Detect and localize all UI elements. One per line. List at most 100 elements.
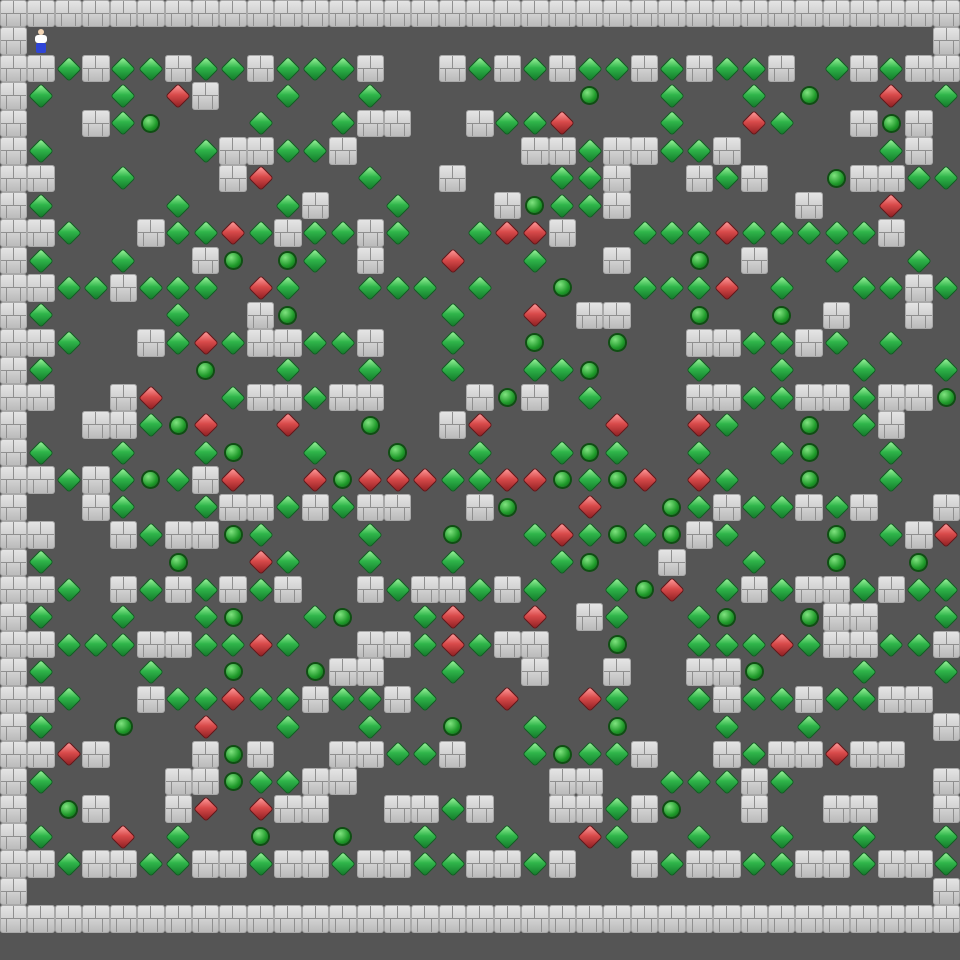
box-on-goal [55,576,82,603]
box-on-goal [549,439,576,466]
box-on-goal [110,603,137,630]
wall-tile [109,576,138,604]
wall-tile [219,164,247,192]
box-on-goal [110,55,137,82]
box-on-goal [329,494,356,521]
wall-tile [493,850,522,878]
box-on-goal [439,357,466,384]
wall-tile [438,740,467,768]
box [878,82,905,109]
box-on-goal [27,137,54,164]
wall-tile [630,740,659,768]
goal-tile [219,741,246,768]
wall-tile [82,850,110,878]
box-on-goal [110,466,137,493]
box [521,302,548,329]
wall-tile [521,384,549,412]
player[interactable] [27,27,54,54]
box [631,466,658,493]
box-on-goal [302,384,329,411]
wall-tile [246,0,275,28]
wall-tile [0,411,28,439]
wall-tile [0,685,28,714]
wall-tile [548,795,576,823]
wall-tile [192,850,220,878]
wall-tile [932,877,960,906]
box-on-goal [549,357,576,384]
wall-tile [274,219,302,247]
box-on-goal [55,466,82,493]
wall-tile [822,0,851,28]
box-on-goal [603,576,630,603]
box-on-goal [439,795,466,822]
goal-tile [384,439,411,466]
goal-tile [521,329,548,356]
box-on-goal [27,247,54,274]
box-on-goal [850,384,877,411]
box-on-goal [219,631,246,658]
wall-tile [219,576,247,604]
wall-tile [246,301,275,330]
goal-tile [549,274,576,301]
goal-tile [795,411,822,438]
box-on-goal [274,768,301,795]
box-on-goal [247,686,274,713]
box-on-goal [933,165,960,192]
goal-tile [192,357,219,384]
box-on-goal [466,631,493,658]
box-on-goal [768,494,795,521]
wall-tile [27,905,55,933]
box-on-goal [192,494,219,521]
box-on-goal [603,795,630,822]
box-on-goal [850,357,877,384]
box-on-goal [741,686,768,713]
box-on-goal [329,219,356,246]
box-on-goal [27,768,54,795]
wall-tile [548,850,576,878]
box-on-goal [27,82,54,109]
wall-tile [27,54,55,83]
box-on-goal [768,768,795,795]
wall-tile [932,795,960,823]
wall-tile [192,466,220,494]
goal-tile [439,713,466,740]
box-on-goal [658,850,685,877]
wall-tile [329,768,357,796]
box-on-goal [302,55,329,82]
box-on-goal [137,521,164,548]
goal-tile [795,603,822,630]
wall-tile [630,54,659,83]
wall-tile [356,576,384,604]
wall-tile [0,877,28,906]
wall-tile [438,576,467,604]
box [439,631,466,658]
wall-tile [603,137,631,165]
wall-tile [548,905,576,933]
box-on-goal [576,137,603,164]
wall-tile [740,0,768,28]
box-on-goal [274,494,301,521]
box-on-goal [219,55,246,82]
wall-tile [822,850,851,878]
box [192,713,219,740]
wall-tile [27,685,55,714]
wall-tile [740,795,768,823]
box [549,110,576,137]
wall-tile [630,850,659,878]
wall-tile [905,274,933,302]
box-on-goal [329,850,356,877]
wall-tile [246,740,275,768]
box [713,219,740,246]
box-on-goal [658,274,685,301]
box-on-goal [27,603,54,630]
wall-tile [795,493,823,522]
box-on-goal [686,823,713,850]
wall-tile [905,109,933,138]
box-on-goal [933,603,960,630]
wall-tile [356,219,384,247]
wall-tile [274,384,302,412]
wall-tile [713,329,741,357]
box-on-goal [850,823,877,850]
box-on-goal [576,521,603,548]
wall-tile [384,795,412,823]
